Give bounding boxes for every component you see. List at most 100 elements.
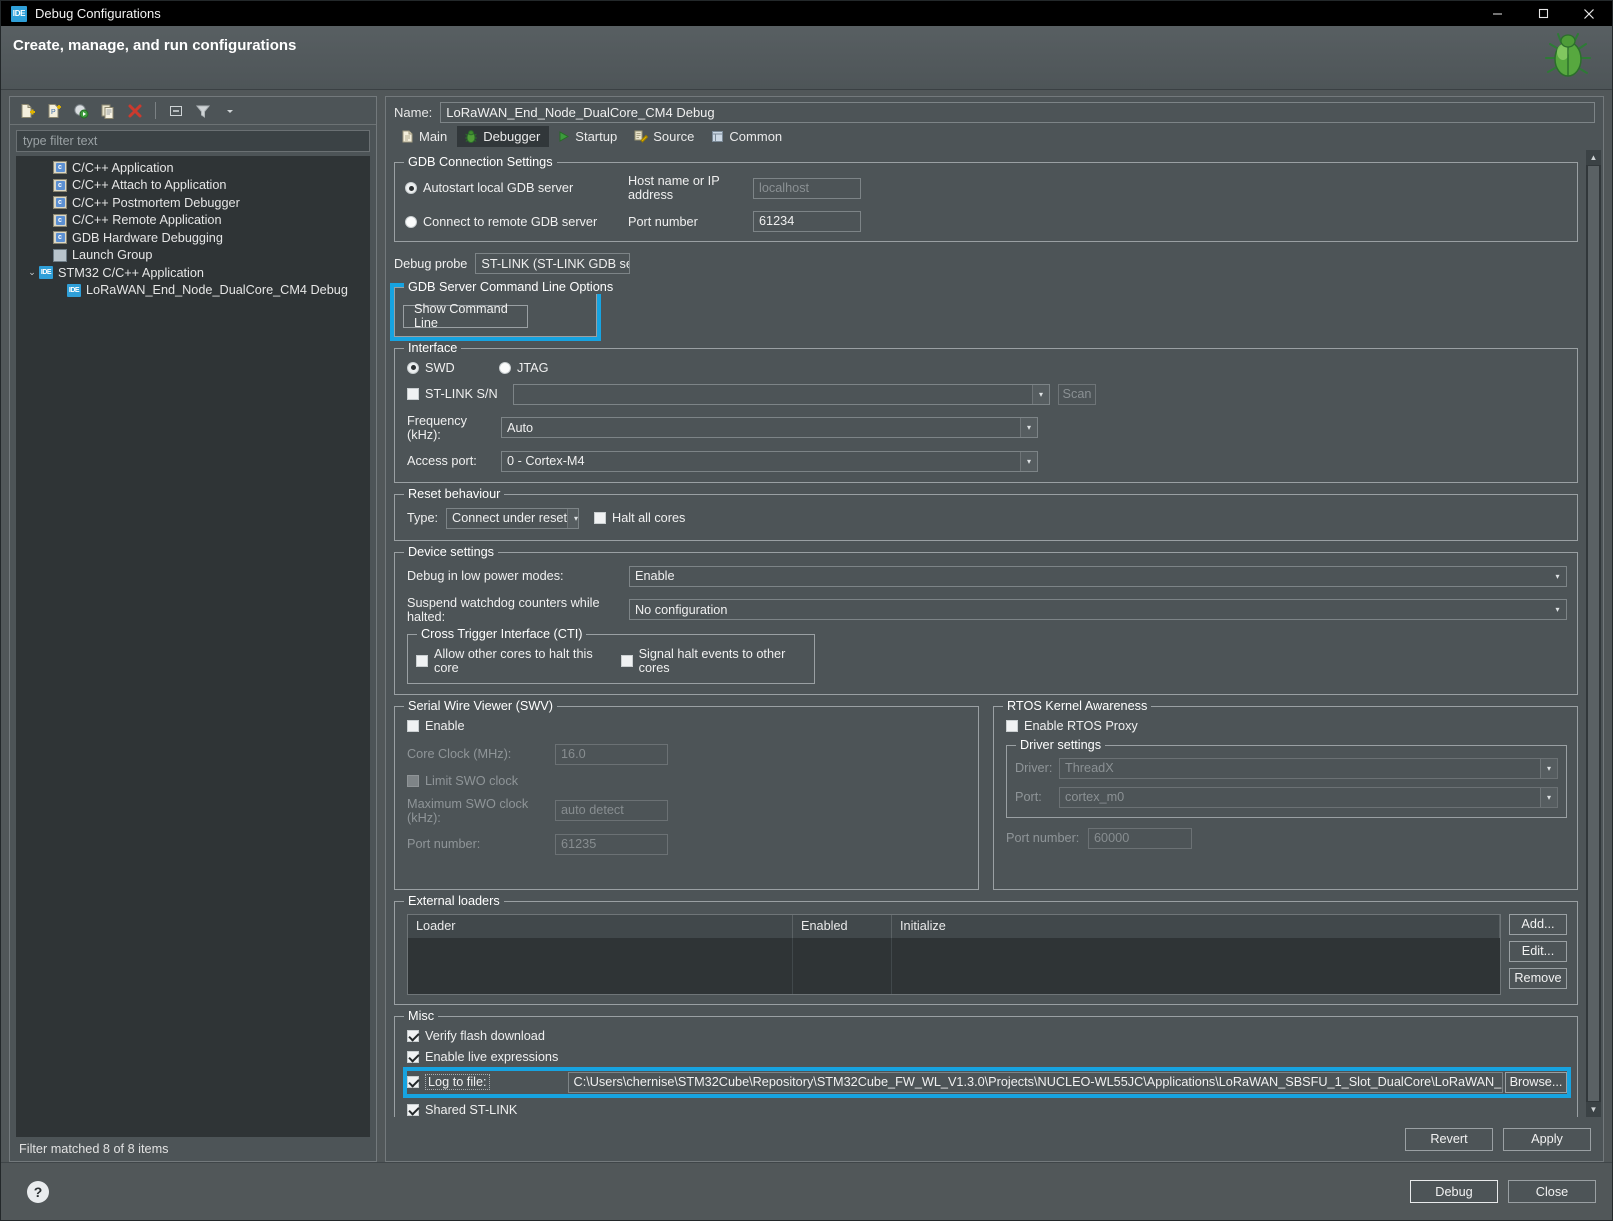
swv-enable-checkbox[interactable]: [407, 719, 419, 732]
swv-enable-row: Enable: [407, 719, 968, 733]
table-header-row: Loader Enabled Initialize: [408, 914, 1500, 938]
jtag-radio[interactable]: [499, 361, 511, 374]
swv-enable-label: Enable: [425, 718, 465, 733]
delete-icon[interactable]: [124, 100, 146, 122]
tree-twisty-icon[interactable]: ⌄: [26, 267, 38, 278]
tab-main-label: Main: [419, 129, 448, 144]
access-port-combo[interactable]: 0 - Cortex-M4 ▾: [501, 450, 1038, 472]
rtos-group: RTOS Kernel Awareness Enable RTOS Proxy …: [993, 698, 1578, 890]
column-enabled[interactable]: Enabled: [793, 914, 892, 938]
filter-icon[interactable]: [192, 100, 214, 122]
scroll-up-icon[interactable]: ▲: [1586, 150, 1601, 165]
driver-row: Driver: ThreadX ▾: [1015, 757, 1558, 779]
tree-item-label: C/C++ Remote Application: [72, 213, 222, 228]
tree-item[interactable]: c C/C++ Attach to Application: [16, 177, 370, 195]
log-to-file-input[interactable]: C:\Users\chernise\STM32Cube\Repository\S…: [567, 1071, 1503, 1093]
stlink-sn-row: ST-LINK S/N ▾ Scan: [407, 383, 1567, 405]
new-configuration-icon[interactable]: [16, 100, 38, 122]
minimize-icon[interactable]: [1474, 1, 1520, 26]
duplicate-icon[interactable]: [97, 100, 119, 122]
port-input[interactable]: 61234: [753, 211, 861, 232]
page-title: Create, manage, and run configurations: [13, 37, 297, 54]
rtos-enable-label: Enable RTOS Proxy: [1024, 718, 1138, 733]
debug-probe-label: Debug probe: [394, 256, 468, 271]
apply-button[interactable]: Apply: [1503, 1127, 1591, 1151]
tree-item[interactable]: c C/C++ Application: [16, 159, 370, 177]
add-loader-button[interactable]: Add...: [1509, 913, 1567, 935]
rtos-enable-checkbox[interactable]: [1006, 719, 1018, 732]
configurations-tree[interactable]: c C/C++ Application c C/C++ Attach to Appli…: [16, 156, 370, 1137]
live-expressions-checkbox[interactable]: [407, 1050, 419, 1063]
remove-loader-button[interactable]: Remove: [1509, 967, 1567, 989]
swd-radio[interactable]: [407, 361, 419, 374]
column-initialize[interactable]: Initialize: [892, 914, 1500, 938]
maximize-icon[interactable]: [1520, 1, 1566, 26]
live-expressions-label: Enable live expressions: [425, 1049, 559, 1064]
stlink-sn-checkbox[interactable]: [407, 388, 419, 400]
verify-flash-checkbox[interactable]: [407, 1029, 419, 1042]
editor-scroll-area: GDB Connection Settings Autostart local …: [386, 147, 1603, 1117]
tree-item[interactable]: ⌄ IDE STM32 C/C++ Application: [16, 264, 370, 282]
dialog-footer: ? Debug Close: [1, 1162, 1612, 1220]
tab-main[interactable]: Main: [394, 126, 456, 147]
filter-dropdown-icon[interactable]: [219, 100, 241, 122]
halt-all-cores-checkbox[interactable]: [594, 512, 607, 524]
low-power-combo[interactable]: Enable ▾: [629, 565, 1567, 587]
browse-log-file-button[interactable]: Browse...: [1505, 1071, 1567, 1093]
show-command-line-button[interactable]: Show Command Line: [403, 302, 528, 330]
tab-common[interactable]: Common: [704, 126, 791, 147]
tree-item[interactable]: c C/C++ Remote Application: [16, 212, 370, 230]
reset-type-combo[interactable]: Connect under reset ▾: [446, 507, 580, 529]
collapse-all-icon[interactable]: [165, 100, 187, 122]
edit-loader-button[interactable]: Edit...: [1509, 940, 1567, 962]
debug-button[interactable]: Debug: [1410, 1180, 1498, 1203]
watchdog-combo[interactable]: No configuration ▾: [629, 599, 1567, 620]
vertical-scrollbar[interactable]: ▲ ▼: [1586, 150, 1601, 1117]
frequency-combo[interactable]: Auto ▾: [501, 417, 1038, 438]
tree-item[interactable]: Launch Group: [16, 247, 370, 265]
scan-button[interactable]: Scan: [1058, 383, 1096, 405]
name-input[interactable]: LoRaWAN_End_Node_DualCore_CM4 Debug: [440, 101, 1595, 123]
debug-label: Debug: [1435, 1184, 1473, 1199]
tab-source-label: Source: [653, 129, 695, 144]
column-loader[interactable]: Loader: [408, 914, 793, 938]
new-prototype-icon[interactable]: P: [43, 100, 65, 122]
remote-radio[interactable]: [405, 215, 417, 228]
chevron-down-icon: ▾: [1020, 451, 1037, 471]
rtos-enable-row: Enable RTOS Proxy: [1006, 719, 1567, 733]
chevron-down-icon: ▾: [1555, 571, 1560, 581]
autostart-radio[interactable]: [405, 182, 417, 194]
scroll-down-icon[interactable]: ▼: [1586, 1102, 1601, 1117]
table-cell: [408, 937, 793, 994]
rtos-legend: RTOS Kernel Awareness: [1003, 698, 1152, 713]
close-icon[interactable]: [1566, 1, 1612, 26]
close-button[interactable]: Close: [1508, 1180, 1596, 1203]
scrollbar-thumb[interactable]: [1588, 166, 1599, 1101]
tab-startup-label: Startup: [575, 129, 618, 144]
reset-behaviour-legend: Reset behaviour: [404, 486, 505, 501]
tab-source[interactable]: Source: [627, 126, 703, 147]
tree-item[interactable]: IDE LoRaWAN_End_Node_DualCore_CM4 Debug: [16, 282, 370, 300]
stlink-sn-combo[interactable]: ▾: [513, 383, 1050, 405]
allow-halt-checkbox[interactable]: [416, 654, 428, 667]
tab-startup[interactable]: Startup: [550, 126, 626, 147]
source-icon: [634, 130, 649, 143]
revert-button[interactable]: Revert: [1405, 1127, 1493, 1151]
rtos-port-combo: cortex_m0 ▾: [1059, 786, 1558, 808]
help-button[interactable]: ?: [27, 1180, 49, 1203]
signal-halt-checkbox[interactable]: [620, 654, 633, 667]
tree-item[interactable]: c C/C++ Postmortem Debugger: [16, 194, 370, 212]
tab-debugger[interactable]: Debugger: [457, 126, 550, 147]
footer-actions: Debug Close: [1410, 1180, 1596, 1203]
swv-port-input: 61235: [555, 833, 668, 855]
revert-apply-bar: Revert Apply: [386, 1117, 1603, 1161]
tree-item[interactable]: c GDB Hardware Debugging: [16, 229, 370, 247]
filter-input[interactable]: type filter text: [16, 130, 370, 152]
log-to-file-checkbox[interactable]: [407, 1076, 419, 1088]
shared-stlink-checkbox[interactable]: [407, 1103, 419, 1116]
debug-probe-combo[interactable]: ST-LINK (ST-LINK GDB server) ▾: [475, 253, 631, 274]
export-icon[interactable]: [70, 100, 92, 122]
external-loaders-table[interactable]: Loader Enabled Initialize: [407, 913, 1501, 995]
host-input[interactable]: localhost: [753, 177, 861, 199]
filter-placeholder: type filter text: [23, 134, 98, 148]
